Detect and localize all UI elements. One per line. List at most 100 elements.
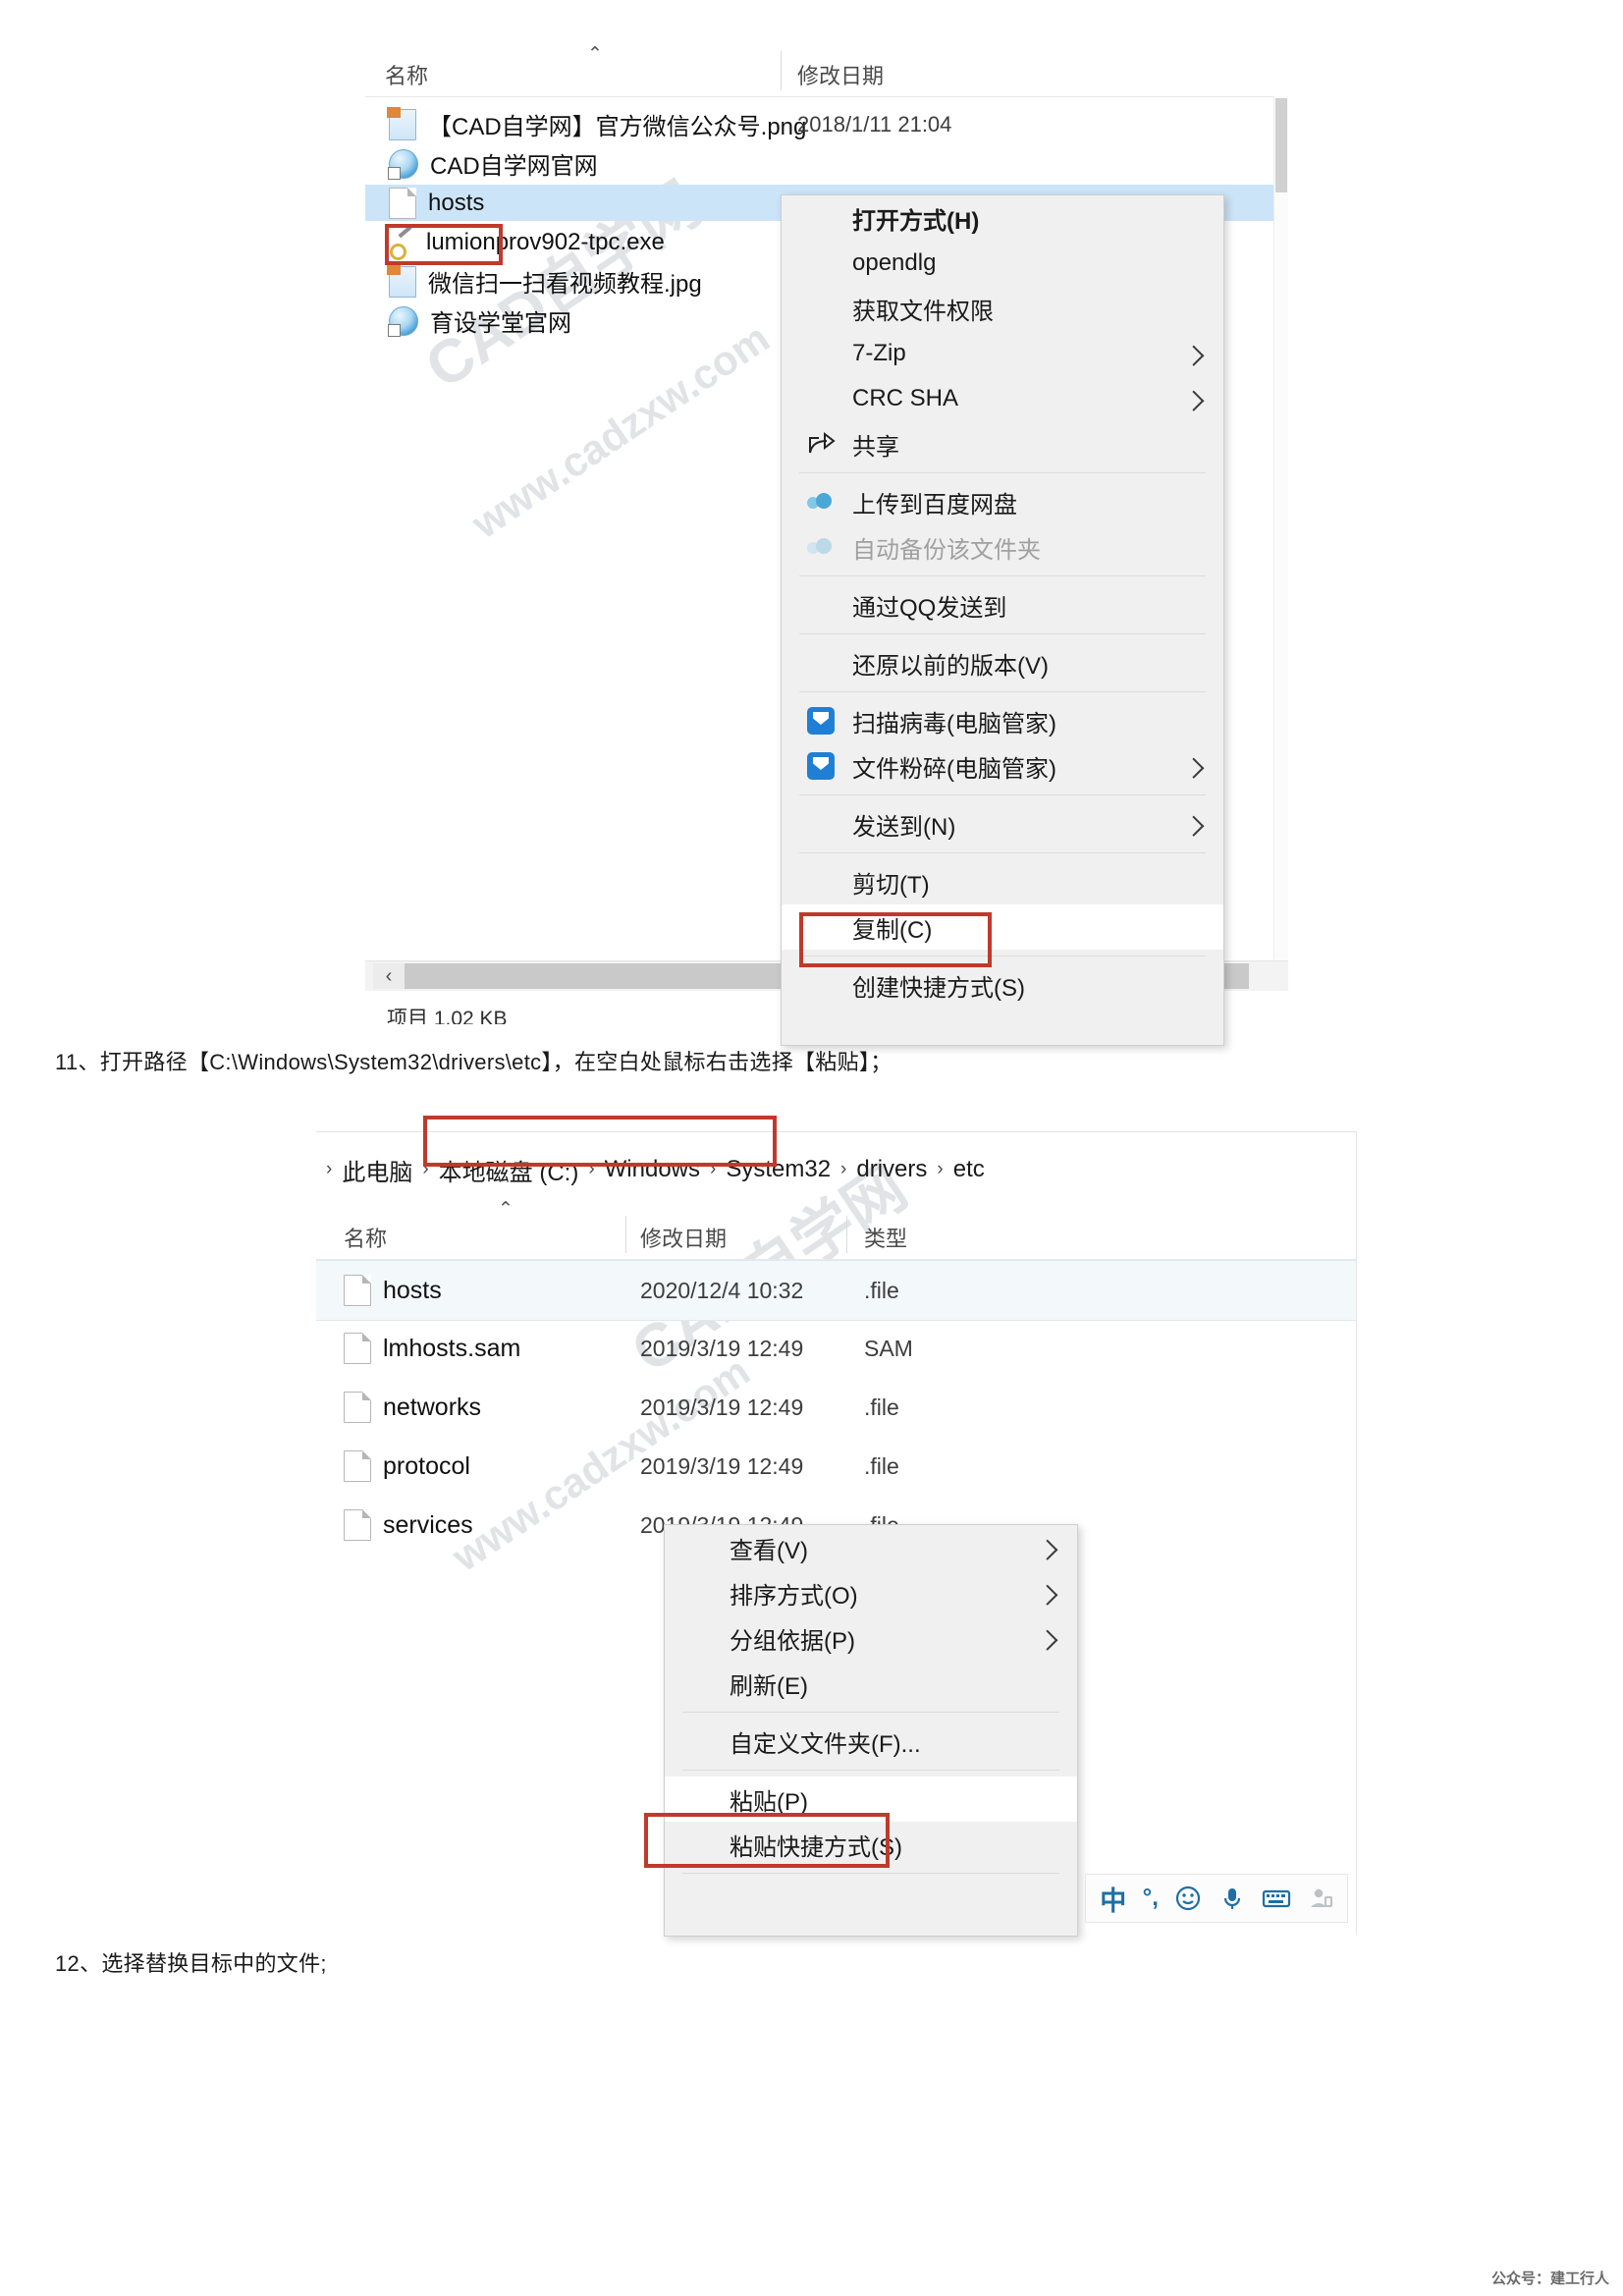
ime-language-bar[interactable]: 中 °, bbox=[1085, 1874, 1348, 1923]
file-row[interactable]: CAD自学网官网 bbox=[365, 145, 1288, 182]
breadcrumb-item-windows[interactable]: Windows bbox=[605, 1156, 700, 1183]
breadcrumb[interactable]: › 此电脑 › 本地磁盘 (C:) › Windows › System32 ›… bbox=[316, 1143, 1357, 1196]
image-file-icon bbox=[387, 106, 416, 140]
chinese-mode-icon[interactable]: 中 bbox=[1100, 1880, 1126, 1918]
vertical-scrollbar-thumb[interactable] bbox=[1275, 98, 1287, 192]
vertical-scrollbar[interactable] bbox=[1273, 96, 1288, 980]
watermark-cadzxw-url: www.cadzxw.com bbox=[463, 314, 778, 547]
menu-item-get-file-permission[interactable]: 获取文件权限 bbox=[782, 286, 1223, 331]
menu-item-label: 粘贴(P) bbox=[730, 1788, 808, 1816]
menu-separator bbox=[682, 1712, 1059, 1713]
menu-item-send-to[interactable]: 发送到(N) bbox=[782, 801, 1223, 847]
menu-item-cut[interactable]: 剪切(T) bbox=[782, 859, 1223, 904]
file-type-cell: .file bbox=[864, 1277, 899, 1303]
emoji-icon[interactable] bbox=[1174, 1885, 1202, 1912]
menu-item-share[interactable]: 共享 bbox=[782, 421, 1223, 466]
breadcrumb-item-this-pc[interactable]: 此电脑 bbox=[342, 1153, 412, 1187]
file-name-cell: hosts bbox=[365, 187, 484, 219]
file-context-menu[interactable]: 打开方式(H) opendlg 获取文件权限 7-Zip CRC SHA 共享 bbox=[781, 194, 1224, 1046]
breadcrumb-item-etc[interactable]: etc bbox=[953, 1156, 985, 1183]
file-type-cell: .file bbox=[864, 1394, 899, 1420]
file-name-cell: 【CAD自学网】官方微信公众号.png bbox=[365, 106, 806, 141]
menu-item-label: 查看(V) bbox=[730, 1537, 808, 1564]
scroll-left-button[interactable]: ‹ bbox=[373, 963, 405, 989]
breadcrumb-item-system32[interactable]: System32 bbox=[726, 1156, 831, 1183]
menu-item-crc-sha[interactable]: CRC SHA bbox=[782, 376, 1223, 421]
column-header-type[interactable]: 类型 bbox=[864, 1222, 907, 1253]
menu-item-scan-virus[interactable]: 扫描病毒(电脑管家) bbox=[782, 698, 1223, 743]
menu-item-restore-previous-versions[interactable]: 还原以前的版本(V) bbox=[782, 640, 1223, 685]
plain-file-icon bbox=[344, 1509, 371, 1541]
menu-item-send-via-qq[interactable]: 通过QQ发送到 bbox=[782, 582, 1223, 628]
menu-item-open-with[interactable]: 打开方式(H) bbox=[782, 195, 1223, 241]
microphone-icon[interactable] bbox=[1218, 1885, 1246, 1912]
file-date-cell: 2019/3/19 12:49 bbox=[640, 1394, 804, 1420]
file-row-hosts[interactable]: hosts 2020/12/4 10:32 .file bbox=[316, 1260, 1357, 1321]
menu-item-shred-file[interactable]: 文件粉碎(电脑管家) bbox=[782, 743, 1223, 789]
footer-public-account: 公众号：建工行人 bbox=[1490, 2270, 1609, 2287]
menu-item-label: 自定义文件夹(F)... bbox=[730, 1730, 921, 1758]
step-12-instruction: 12、选择替换目标中的文件; bbox=[55, 1951, 327, 1976]
menu-separator bbox=[682, 1770, 1059, 1771]
menu-item-paste-shortcut[interactable]: 粘贴快捷方式(S) bbox=[665, 1822, 1077, 1867]
menu-item-create-shortcut[interactable]: 创建快捷方式(S) bbox=[782, 962, 1223, 1008]
file-row-protocol[interactable]: protocol 2019/3/19 12:49 .file bbox=[316, 1437, 1357, 1496]
column-header-date[interactable]: 修改日期 bbox=[640, 1222, 727, 1253]
menu-item-label: 扫描病毒(电脑管家) bbox=[852, 710, 1056, 738]
file-date-cell: 2020/12/4 10:32 bbox=[640, 1277, 804, 1303]
punctuation-icon[interactable]: °, bbox=[1143, 1885, 1159, 1912]
column-header-name[interactable]: 名称 bbox=[344, 1222, 387, 1253]
share-icon bbox=[807, 429, 837, 459]
menu-item-7zip[interactable]: 7-Zip bbox=[782, 331, 1223, 376]
menu-item-view[interactable]: 查看(V) bbox=[665, 1525, 1077, 1570]
window-right-edge bbox=[1356, 1131, 1357, 1935]
shield-icon bbox=[807, 707, 835, 735]
menu-item-label: 通过QQ发送到 bbox=[852, 594, 1007, 622]
file-name-label: 育设学堂官网 bbox=[430, 310, 571, 337]
status-bar-text: 项目 1.02 KB bbox=[387, 1008, 508, 1024]
file-name-cell: 育设学堂官网 bbox=[365, 303, 571, 338]
keyboard-icon[interactable] bbox=[1262, 1886, 1291, 1910]
breadcrumb-item-local-disk-c[interactable]: 本地磁盘 (C:) bbox=[439, 1153, 579, 1187]
menu-item-paste[interactable]: 粘贴(P) bbox=[665, 1777, 1077, 1822]
menu-item-upload-baidu-netdisk[interactable]: 上传到百度网盘 bbox=[782, 479, 1223, 524]
menu-item-group-by[interactable]: 分组依据(P) bbox=[665, 1615, 1077, 1661]
chevron-right-icon: › bbox=[710, 1159, 717, 1179]
chevron-right-icon: › bbox=[840, 1159, 847, 1179]
folder-context-menu[interactable]: 查看(V) 排序方式(O) 分组依据(P) 刷新(E) 自定义文件夹(F)...… bbox=[664, 1524, 1078, 1937]
menu-item-label: 创建快捷方式(S) bbox=[852, 974, 1025, 1002]
column-divider bbox=[781, 51, 782, 90]
chevron-right-icon bbox=[1183, 757, 1205, 779]
menu-item-label: 打开方式(H) bbox=[852, 207, 980, 235]
breadcrumb-item-drivers[interactable]: drivers bbox=[856, 1156, 927, 1183]
file-row[interactable]: 【CAD自学网】官方微信公众号.png 2018/1/11 21:04 bbox=[365, 106, 1288, 142]
file-name-cell: networks bbox=[316, 1392, 481, 1423]
column-header-name[interactable]: 名称 bbox=[385, 59, 428, 90]
internet-shortcut-icon bbox=[388, 305, 418, 337]
sort-ascending-caret-icon: ⌃ bbox=[587, 44, 603, 65]
menu-item-auto-backup-folder: 自动备份该文件夹 bbox=[782, 524, 1223, 570]
menu-item-copy[interactable]: 复制(C) bbox=[782, 904, 1223, 950]
menu-item-customize-folder[interactable]: 自定义文件夹(F)... bbox=[665, 1719, 1077, 1764]
user-account-icon[interactable] bbox=[1308, 1886, 1333, 1911]
file-row-networks[interactable]: networks 2019/3/19 12:49 .file bbox=[316, 1378, 1357, 1437]
menu-item-label: 还原以前的版本(V) bbox=[852, 652, 1049, 680]
file-name-cell: CAD自学网官网 bbox=[365, 146, 598, 181]
step-11-instruction: 11、打开路径【C:\Windows\System32\drivers\etc】… bbox=[55, 1050, 893, 1074]
file-name-label: 微信扫一扫看视频教程.jpg bbox=[428, 271, 702, 298]
file-row-lmhosts[interactable]: lmhosts.sam 2019/3/19 12:49 SAM bbox=[316, 1319, 1357, 1378]
chevron-right-icon: › bbox=[422, 1159, 429, 1179]
menu-separator bbox=[799, 633, 1206, 634]
menu-item-refresh[interactable]: 刷新(E) bbox=[665, 1661, 1077, 1706]
plain-file-icon bbox=[344, 1392, 371, 1423]
column-header-date[interactable]: 修改日期 bbox=[797, 59, 884, 90]
menu-item-opendlg[interactable]: opendlg bbox=[782, 241, 1223, 286]
menu-separator bbox=[799, 794, 1206, 795]
image-file-icon bbox=[387, 263, 416, 298]
plain-file-icon bbox=[344, 1333, 371, 1364]
menu-item-sort-by[interactable]: 排序方式(O) bbox=[665, 1570, 1077, 1615]
column-divider bbox=[846, 1216, 847, 1253]
column-header-row: ⌃ 名称 修改日期 类型 bbox=[316, 1199, 1357, 1259]
file-name-label: hosts bbox=[383, 1276, 442, 1304]
chevron-right-icon: › bbox=[937, 1159, 944, 1179]
